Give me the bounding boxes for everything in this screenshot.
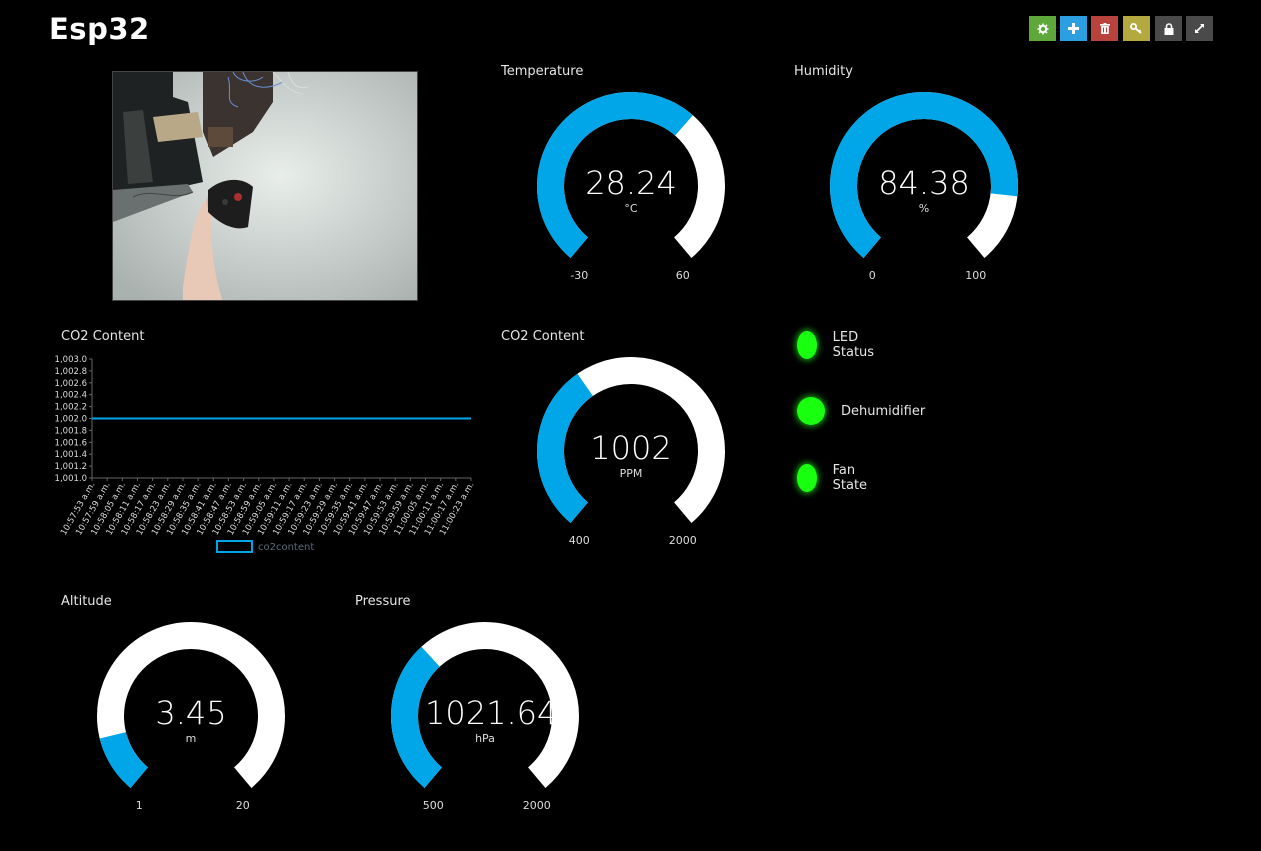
pressure-gauge-arc	[391, 622, 579, 789]
pressure-unit: hPa	[475, 732, 495, 745]
pressure-value: 1021.64	[425, 694, 558, 732]
pressure-min-label: 500	[422, 798, 444, 812]
pressure-max-label: 2000	[522, 798, 551, 812]
